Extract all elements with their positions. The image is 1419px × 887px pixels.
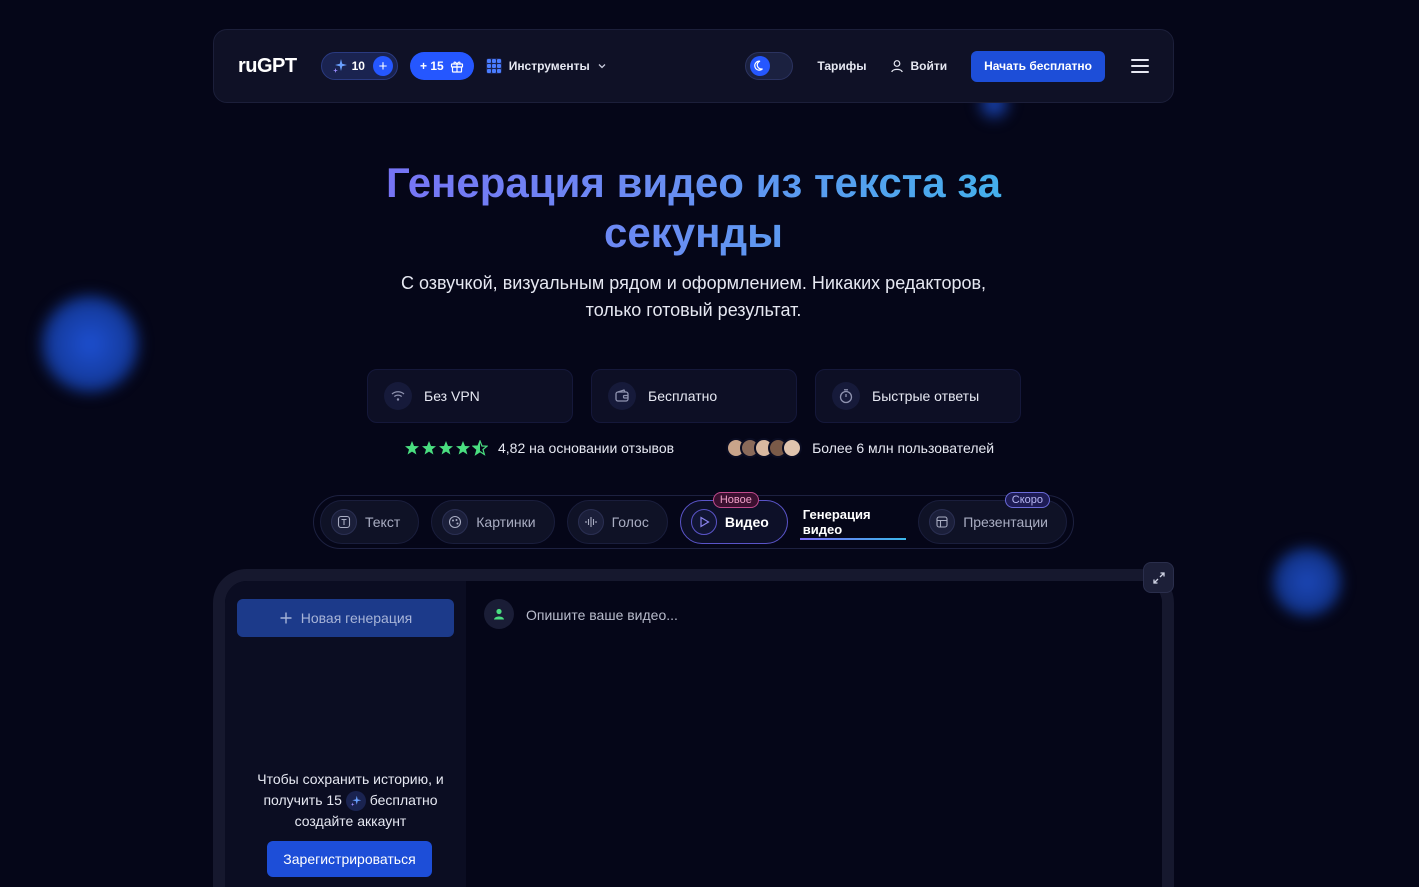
play-icon xyxy=(690,509,717,535)
logo[interactable]: ruGPT xyxy=(238,55,297,78)
feature-label: Без VPN xyxy=(424,388,480,404)
credits-count: 10 xyxy=(351,59,365,73)
plus-icon xyxy=(280,612,292,624)
layout-icon xyxy=(929,509,956,535)
hint-line: получить 15 бесплатно xyxy=(245,790,456,812)
expand-icon[interactable] xyxy=(1143,562,1174,593)
tab-video-generation[interactable]: Генерация видео xyxy=(799,500,907,544)
tools-label: Инструменты xyxy=(508,59,590,73)
chat-area: Опишите ваше видео... xyxy=(466,581,1162,887)
tools-dropdown[interactable]: Инструменты xyxy=(485,58,607,74)
user-avatar-icon xyxy=(484,599,514,629)
star-icon xyxy=(405,441,419,455)
wallet-icon xyxy=(608,382,636,410)
signup-hint: Чтобы сохранить историю, и получить 15 б… xyxy=(245,769,456,832)
feature-card: Бесплатно xyxy=(591,369,797,423)
background-glow xyxy=(1270,545,1344,619)
gift-icon xyxy=(450,61,463,73)
login-link[interactable]: Войти xyxy=(890,59,947,73)
star-icon xyxy=(439,441,453,455)
tab-voice[interactable]: Голос xyxy=(566,500,668,544)
rating-stars xyxy=(404,440,488,456)
tab-label: Голос xyxy=(611,514,649,530)
tab-label: Текст xyxy=(365,514,401,530)
background-glow xyxy=(38,292,142,396)
feature-label: Быстрые ответы xyxy=(872,388,980,404)
feature-list: Без VPN Бесплатно Быстрые ответы xyxy=(367,369,1021,423)
add-credits-button[interactable]: + xyxy=(372,56,393,76)
tab-label: Картинки xyxy=(476,514,536,530)
top-navbar: ruGPT 10 + + 15 Инструменты Тарифы Войти… xyxy=(213,29,1174,103)
sparkle-icon xyxy=(332,59,347,73)
chevron-down-icon xyxy=(598,64,606,69)
bonus-label: + 15 xyxy=(419,59,444,73)
tab-video[interactable]: Новое Видео xyxy=(679,492,788,544)
tariffs-link[interactable]: Тарифы xyxy=(817,59,866,73)
avatar xyxy=(782,438,803,458)
soon-badge: Скоро xyxy=(1004,492,1050,508)
register-button[interactable]: Зарегистрироваться xyxy=(267,841,432,877)
new-generation-button[interactable]: Новая генерация xyxy=(237,599,454,637)
tab-label: Презентации xyxy=(963,514,1048,530)
text-icon xyxy=(331,509,357,535)
tab-text[interactable]: Текст xyxy=(320,500,420,544)
theme-toggle[interactable] xyxy=(745,52,794,80)
hint-text: бесплатно xyxy=(369,792,438,808)
mode-tabs: Текст Картинки Голос Новое Видео Генерац… xyxy=(313,492,1074,549)
login-label: Войти xyxy=(910,59,948,73)
app-window: Новая генерация Чтобы сохранить историю,… xyxy=(213,569,1174,887)
feature-card: Без VPN xyxy=(367,369,573,423)
grid-icon xyxy=(485,58,502,74)
user-avatars xyxy=(726,438,803,458)
feature-card: Быстрые ответы xyxy=(815,369,1021,423)
feature-label: Бесплатно xyxy=(648,388,718,404)
page-subtitle: С озвучкой, визуальным рядом и оформлени… xyxy=(360,270,1027,324)
user-icon xyxy=(891,60,904,73)
social-proof: 4,82 на основании отзывов Более 6 млн по… xyxy=(404,438,1004,458)
rating-text: 4,82 на основании отзывов xyxy=(498,440,675,456)
new-badge: Новое xyxy=(712,492,759,508)
half-star-icon xyxy=(472,440,488,456)
menu-icon[interactable] xyxy=(1131,59,1149,73)
bonus-button[interactable]: + 15 xyxy=(409,52,474,80)
moon-icon xyxy=(750,56,771,76)
palette-icon xyxy=(442,509,469,535)
wifi-icon xyxy=(384,382,412,410)
page-title: Генерация видео из текста за секунды xyxy=(300,158,1087,258)
credits-pill[interactable]: 10 + xyxy=(320,52,398,80)
hint-line: создайте аккаунт xyxy=(294,813,407,830)
tab-presentations[interactable]: Скоро Презентации xyxy=(918,492,1067,544)
star-icon xyxy=(422,441,436,455)
hint-line: Чтобы сохранить историю, и xyxy=(257,771,444,787)
tab-label: Видео xyxy=(724,514,769,530)
timer-icon xyxy=(832,382,860,410)
history-sidebar: Новая генерация Чтобы сохранить историю,… xyxy=(225,581,466,887)
new-generation-label: Новая генерация xyxy=(300,610,413,626)
subtitle-line: С озвучкой, визуальным рядом и оформлени… xyxy=(400,273,987,293)
subtitle-line: только готовый результат. xyxy=(585,300,802,320)
start-free-button[interactable]: Начать бесплатно xyxy=(971,50,1105,82)
star-icon xyxy=(456,441,470,455)
prompt-input[interactable]: Опишите ваше видео... xyxy=(526,607,678,623)
audio-wave-icon xyxy=(577,509,604,535)
tab-images[interactable]: Картинки xyxy=(431,500,555,544)
users-text: Более 6 млн пользователей xyxy=(812,440,995,456)
hint-text: получить 15 xyxy=(263,792,342,808)
sparkle-icon xyxy=(345,791,366,812)
